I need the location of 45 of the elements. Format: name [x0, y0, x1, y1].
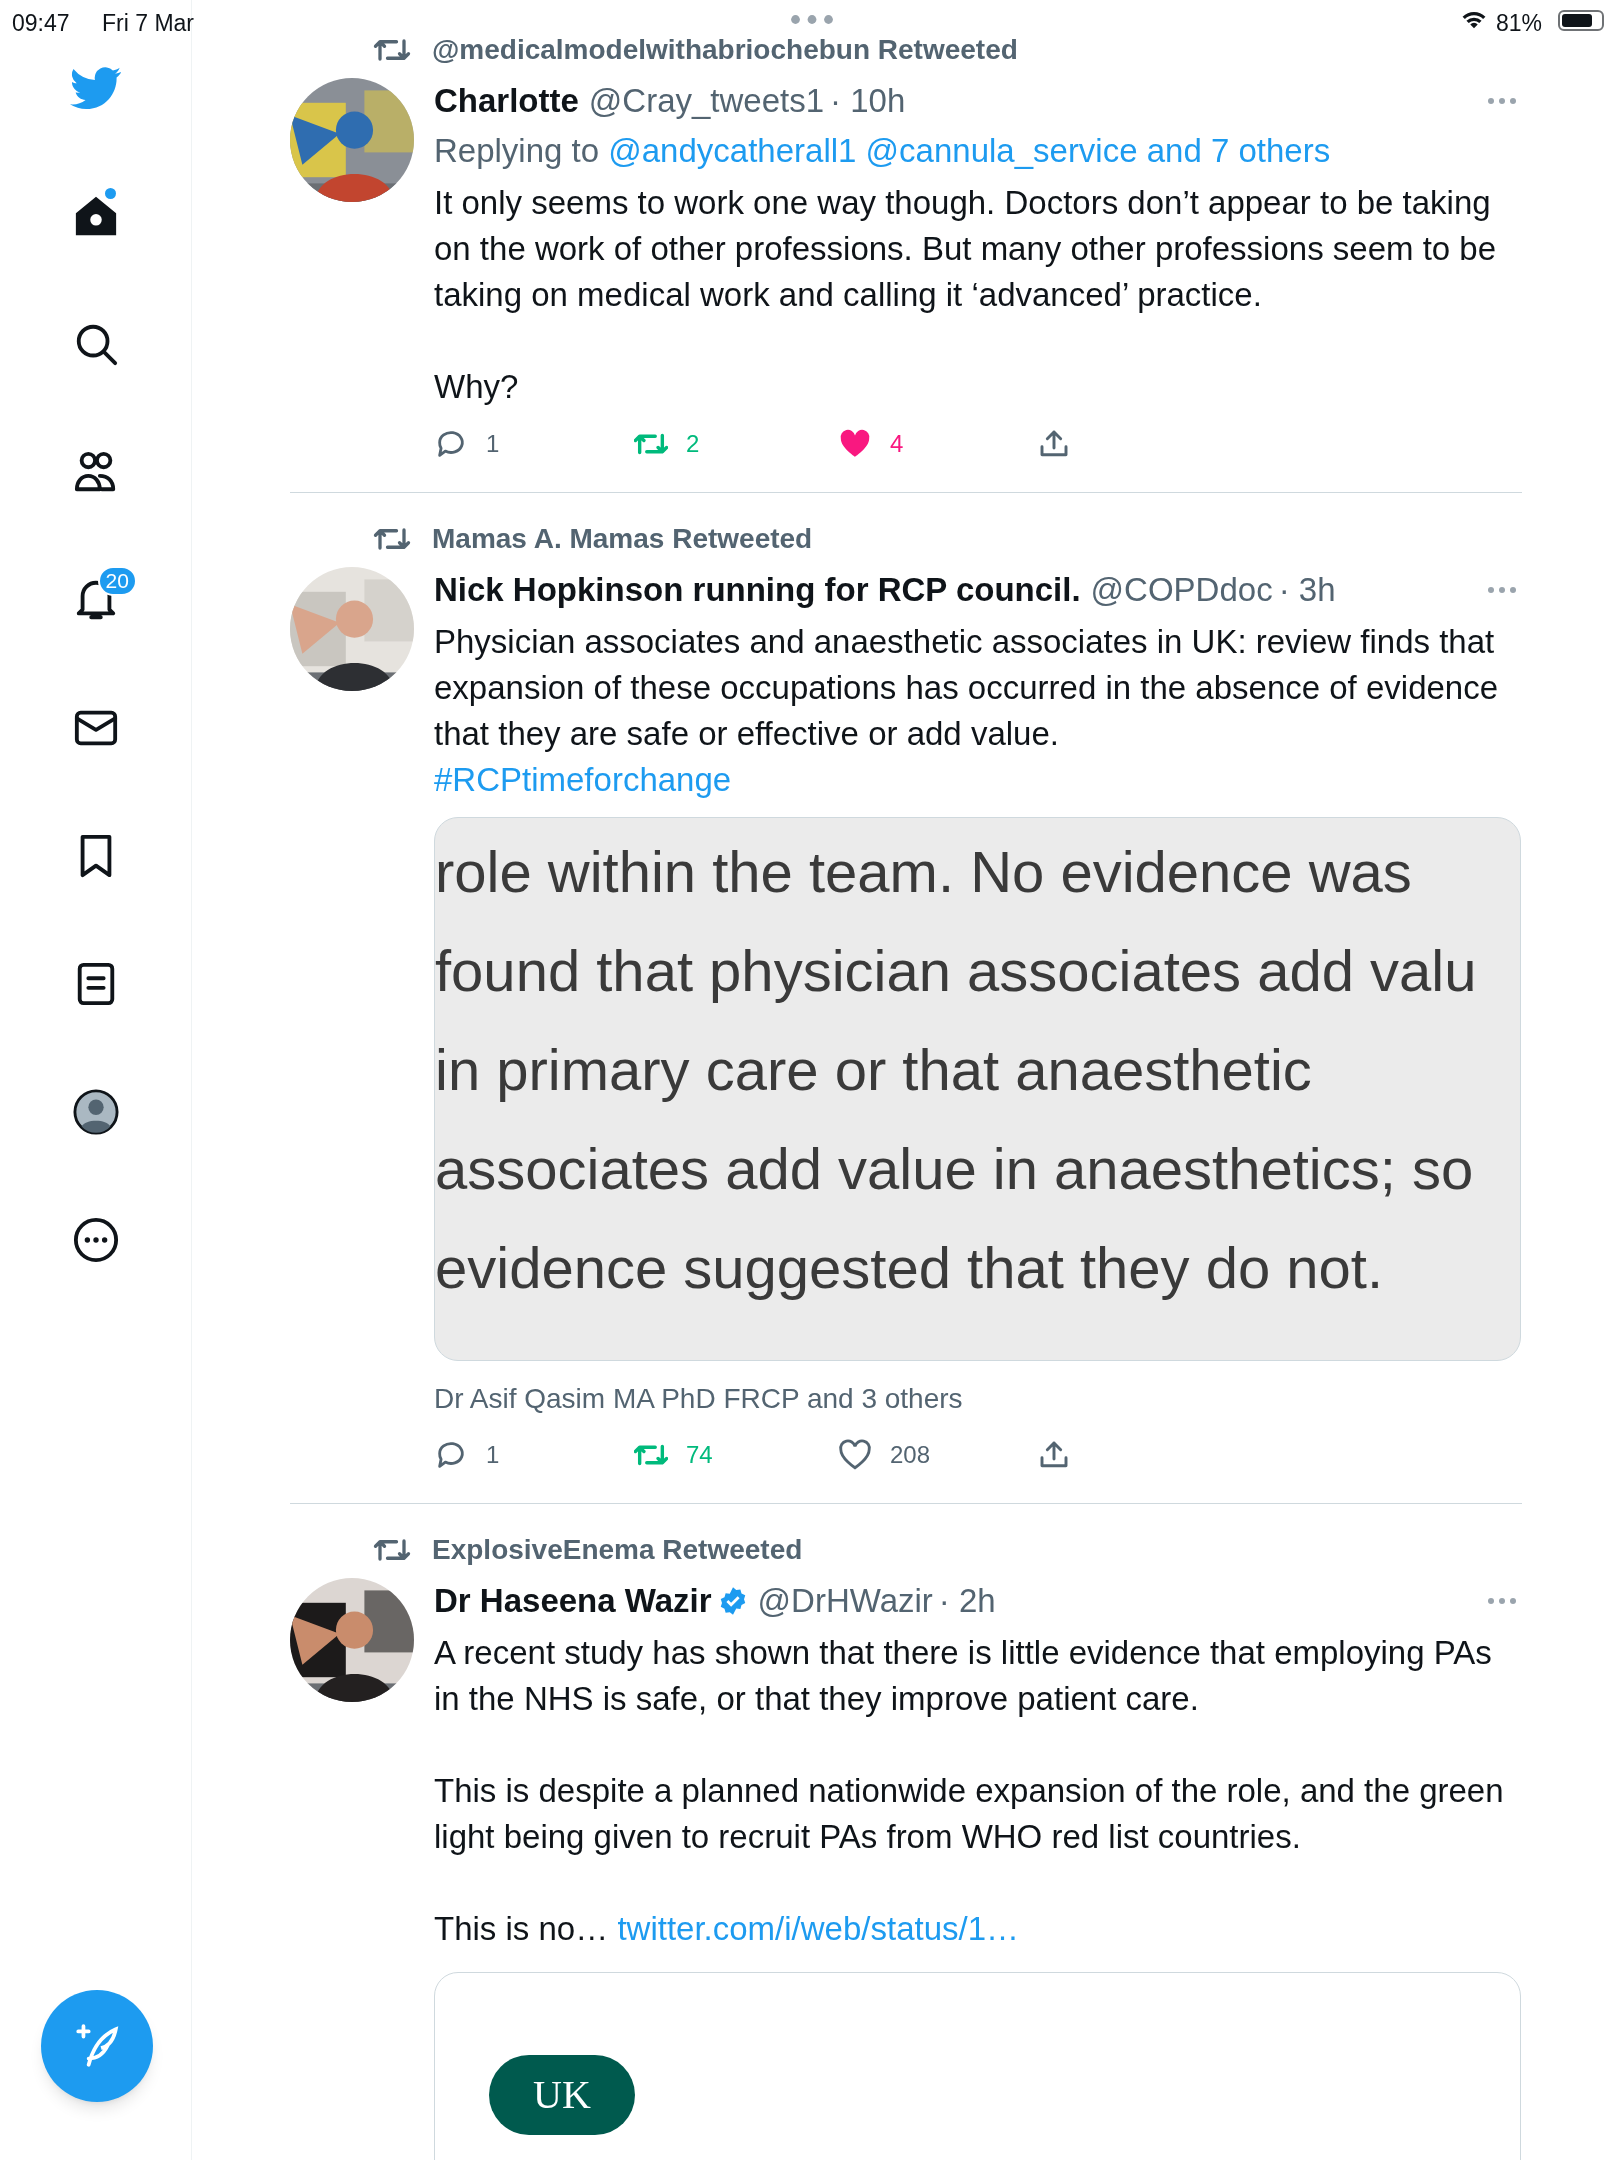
retweeted-by-label: @medicalmodelwithabriochebun Retweeted: [432, 33, 1018, 67]
heart-icon[interactable]: [838, 1438, 872, 1472]
tweet-time: · 3h: [1278, 570, 1336, 611]
like-count: 4: [890, 429, 904, 459]
tweet-text: A recent study has shown that there is little evidence that employing PAs in the NHS is safe, or that they improve patient care.: [434, 1633, 1493, 1719]
image-text: associates add value in anaesthetics; so: [435, 1135, 1474, 1203]
image-text: found that physician associates add valu: [435, 937, 1477, 1005]
replying-to-line: Replying to @andycatherall1 @cannula_service and 7 others: [434, 131, 1332, 171]
notification-badge: 20: [97, 566, 137, 596]
profile-avatar-icon[interactable]: [72, 1089, 119, 1135]
author-handle: @COPDdoc: [1090, 570, 1273, 611]
reply-count: 1: [486, 1440, 500, 1470]
status-date: Fri 7 Mar: [102, 9, 194, 38]
url-link[interactable]: twitter.com/i/web/status/1…: [617, 1910, 1020, 1947]
author-handle: @DrHWazir: [757, 1581, 933, 1622]
tweet-text: Physician associates and anaesthetic associates in UK: review finds that expansion of these occupations has occurred in the absence of evidence that they are safe or effective or add value.: [434, 622, 1500, 754]
more-icon[interactable]: [72, 1217, 119, 1263]
mention-link[interactable]: @andycatherall1 @cannula_service and 7 others: [608, 132, 1331, 169]
retweeted-by-label: Mamas A. Mamas Retweeted: [432, 522, 813, 556]
author-name: Charlotte: [434, 81, 579, 122]
tweet-time: · 2h: [938, 1581, 996, 1622]
retweet-count: 74: [686, 1440, 713, 1470]
multitask-dots-icon[interactable]: [790, 14, 834, 25]
tweet-text: Why?: [434, 367, 520, 407]
status-time: 09:47: [12, 9, 70, 38]
author-name: Dr Haseena Wazir: [434, 1581, 712, 1622]
retweeted-by-label: ExplosiveEnema Retweeted: [432, 1533, 803, 1567]
tweet-text: This is no… twitter.com/i/web/status/1…: [434, 1909, 1021, 1949]
reply-count: 1: [486, 429, 500, 459]
battery-icon: [1558, 10, 1604, 31]
tweet-text: It only seems to work one way though. Doctors don’t appear to be taking on the work of other professions. But many other professions seem to be taking on medical work and calling it ‘advanced’ practice.: [434, 183, 1498, 315]
image-text: evidence suggested that they do not.: [435, 1234, 1384, 1302]
author-handle: @Cray_tweets1: [588, 81, 825, 122]
retweet-count: 2: [686, 429, 700, 459]
image-text: role within the team. No evidence was: [435, 838, 1412, 906]
tweet-text: This is despite a planned nationwide expansion of the role, and the green light being given to recruit PAs from WHO red list countries.: [434, 1771, 1505, 1857]
hashtag-link[interactable]: #RCPtimeforchange: [434, 757, 732, 803]
tweet-time: · 10h: [830, 81, 906, 122]
battery-percent: 81%: [1496, 9, 1543, 38]
like-count: 208: [890, 1440, 931, 1470]
author-name: Nick Hopkinson running for RCP council.: [434, 570, 1081, 611]
image-text: in primary care or that anaesthetic: [435, 1036, 1312, 1104]
liked-by-label: Dr Asif Qasim MA PhD FRCP and 3 others: [434, 1382, 963, 1416]
region-tag: UK: [489, 2055, 635, 2135]
wifi-icon: [1460, 9, 1488, 30]
